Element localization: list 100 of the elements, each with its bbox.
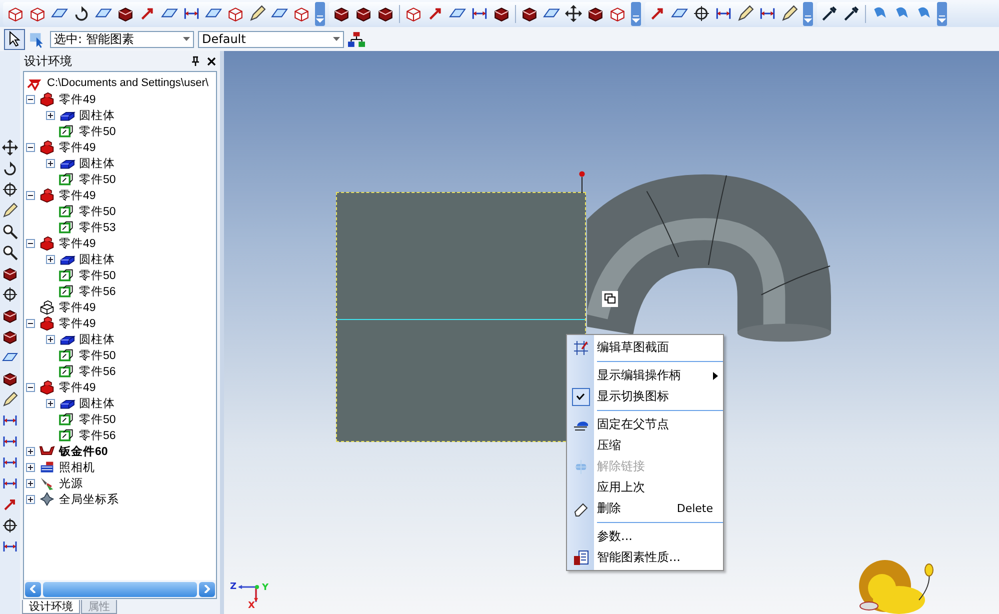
expand-toggle[interactable] [26, 142, 35, 152]
menu-item[interactable]: 显示编辑操作柄 [567, 365, 723, 386]
pencil-icon[interactable] [737, 5, 754, 22]
menu-item[interactable]: 参数... [567, 526, 723, 547]
select-tool-button[interactable] [4, 28, 25, 50]
style-dropdown[interactable]: Default [198, 30, 344, 48]
expand-toggle[interactable] [46, 398, 55, 408]
arrow-icon[interactable] [139, 5, 156, 22]
zoom-icon[interactable] [2, 223, 18, 240]
dimension-icon[interactable] [759, 5, 776, 22]
menu-item[interactable]: 压缩 [567, 435, 723, 456]
box-icon[interactable] [2, 265, 18, 282]
menu-item[interactable]: 应用上次 [567, 477, 723, 498]
box-icon[interactable] [117, 5, 134, 22]
sketch-rectangle[interactable] [336, 192, 586, 442]
eyedropper-icon[interactable] [843, 5, 860, 22]
target-icon[interactable] [2, 286, 18, 303]
menu-item[interactable]: 智能图素性质... [567, 547, 723, 568]
tree-item[interactable]: 钣金件60 [59, 444, 108, 458]
tree-item[interactable]: 零件49 [59, 300, 96, 314]
expand-toggle[interactable] [46, 158, 55, 168]
panel-tab[interactable]: 设计环境 [22, 600, 80, 614]
tree-item[interactable]: 零件49 [59, 92, 96, 106]
zoom-icon[interactable] [2, 244, 18, 261]
expand-toggle[interactable] [26, 318, 35, 328]
tree-item[interactable]: 零件50 [79, 204, 116, 218]
menu-item[interactable]: 删除 Delete [567, 498, 723, 519]
menu-item[interactable]: 显示切换图标 [567, 386, 723, 407]
tree-item[interactable]: 零件49 [59, 316, 96, 330]
dimension-icon[interactable] [183, 5, 200, 22]
menu-item[interactable]: 编辑草图截面 [567, 337, 723, 358]
tree-item[interactable]: 圆柱体 [79, 396, 115, 410]
scroll-right-button[interactable] [199, 582, 215, 596]
overflow-button[interactable] [631, 2, 641, 26]
rotate-icon[interactable] [2, 160, 18, 177]
menu-item[interactable]: 固定在父节点 [567, 414, 723, 435]
close-icon[interactable] [207, 56, 216, 66]
scroll-left-button[interactable] [25, 582, 41, 596]
tree-item[interactable]: 零件50 [79, 348, 116, 362]
box-icon[interactable] [355, 5, 372, 22]
dimension-icon[interactable] [715, 5, 732, 22]
tree-item[interactable]: 零件56 [79, 364, 116, 378]
tree-item[interactable]: 光源 [59, 476, 83, 490]
cube-icon[interactable] [7, 5, 24, 22]
tree-item[interactable]: 全局坐标系 [59, 492, 119, 506]
arrow-icon[interactable] [649, 5, 666, 22]
box-icon[interactable] [587, 5, 604, 22]
overflow-button[interactable] [315, 2, 325, 26]
tree-item[interactable]: 零件49 [59, 188, 96, 202]
selection-filter-dropdown[interactable]: 选中: 智能图素 [50, 30, 194, 48]
stacked-squares-icon[interactable] [602, 291, 618, 307]
box-icon[interactable] [2, 307, 18, 324]
box-icon[interactable] [2, 370, 18, 387]
expand-toggle[interactable] [26, 478, 35, 488]
tree-item[interactable]: 照相机 [59, 460, 95, 474]
tree-item[interactable]: C:\Documents and Settings\user\ [47, 77, 208, 89]
eyedropper-icon[interactable] [821, 5, 838, 22]
overflow-button[interactable] [937, 2, 947, 26]
expand-toggle[interactable] [46, 110, 55, 120]
target-icon[interactable] [693, 5, 710, 22]
cube-icon[interactable] [293, 5, 310, 22]
tree-item[interactable]: 圆柱体 [79, 332, 115, 346]
move-icon[interactable] [2, 139, 18, 156]
expand-toggle[interactable] [46, 254, 55, 264]
handle-pin[interactable] [579, 171, 585, 193]
tree-item[interactable]: 零件49 [59, 380, 96, 394]
overflow-button[interactable] [803, 2, 813, 26]
pencil-icon[interactable] [249, 5, 266, 22]
scrollbar-thumb[interactable] [43, 582, 197, 596]
hierarchy-icon[interactable] [348, 30, 365, 48]
expand-toggle[interactable] [26, 494, 35, 504]
tree-item[interactable]: 零件49 [59, 236, 96, 250]
tree-item[interactable]: 零件50 [79, 268, 116, 282]
cube-icon[interactable] [29, 5, 46, 22]
tree-item[interactable]: 圆柱体 [79, 156, 115, 170]
rotate-icon[interactable] [73, 5, 90, 22]
target-icon[interactable] [2, 517, 18, 534]
expand-toggle[interactable] [26, 382, 35, 392]
tree-item[interactable]: 零件49 [59, 140, 96, 154]
cube-icon[interactable] [405, 5, 422, 22]
arrow-icon[interactable] [427, 5, 444, 22]
cube-icon[interactable] [609, 5, 626, 22]
expand-toggle[interactable] [26, 238, 35, 248]
box-icon[interactable] [377, 5, 394, 22]
tree-item[interactable]: 圆柱体 [79, 252, 115, 266]
expand-toggle[interactable] [26, 94, 35, 104]
tree-item[interactable]: 零件50 [79, 124, 116, 138]
expand-toggle[interactable] [26, 462, 35, 472]
pencil-icon[interactable] [2, 202, 18, 219]
target-icon[interactable] [2, 181, 18, 198]
box-icon[interactable] [2, 328, 18, 345]
move-icon[interactable] [565, 5, 582, 22]
box-icon[interactable] [521, 5, 538, 22]
tree-item[interactable]: 零件56 [79, 284, 116, 298]
tree-item[interactable]: 圆柱体 [79, 108, 115, 122]
expand-toggle[interactable] [26, 446, 35, 456]
pencil-icon[interactable] [781, 5, 798, 22]
tree-item[interactable]: 零件50 [79, 412, 116, 426]
tree-item[interactable]: 零件56 [79, 428, 116, 442]
tree-item[interactable]: 零件53 [79, 220, 116, 234]
